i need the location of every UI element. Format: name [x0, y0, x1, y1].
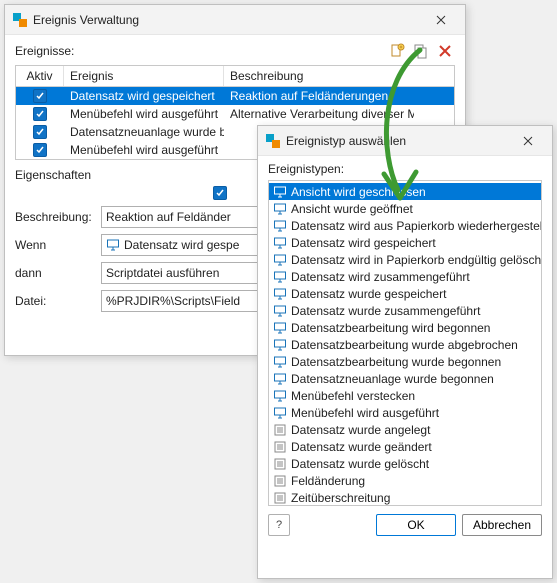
cell-ereignis: Menübefehl wird ausgeführt — [64, 142, 224, 158]
table-header: Aktiv Ereignis Beschreibung — [16, 66, 454, 87]
list-item-label: Datensatz wurde geändert — [291, 440, 432, 454]
cell-ereignis: Menübefehl wird ausgeführt — [64, 106, 224, 122]
main-titlebar: Ereignis Verwaltung — [5, 5, 465, 35]
list-item-label: Datensatz wird zusammengeführt — [291, 270, 470, 284]
list-item-label: Ansicht wurde geöffnet — [291, 202, 413, 216]
table-row[interactable]: Menübefehl wird ausgeführtAlternative Ve… — [16, 105, 454, 123]
dann-label: dann — [15, 266, 101, 280]
list-item-label: Datensatz wurde angelegt — [291, 423, 430, 437]
row-checkbox[interactable] — [33, 125, 47, 139]
list-item[interactable]: Datensatzbearbeitung wurde begonnen — [269, 353, 541, 370]
list-item-label: Datensatzbearbeitung wurde begonnen — [291, 355, 501, 369]
list-item-label: Datensatz wird aus Papierkorb wiederherg… — [291, 219, 542, 233]
dialog-title: Ereignistyp auswählen — [286, 134, 506, 148]
copy-event-button[interactable] — [411, 41, 431, 61]
list-item-label: Datensatzbearbeitung wird begonnen — [291, 321, 490, 335]
cell-ereignis: Datensatzneuanlage wurde b — [64, 124, 224, 140]
app-icon — [13, 13, 27, 27]
list-item[interactable]: Feldänderung — [269, 472, 541, 489]
list-item[interactable]: Menübefehl wird ausgeführt — [269, 404, 541, 421]
list-item[interactable]: Datensatz wurde geändert — [269, 438, 541, 455]
datei-value: %PRJDIR%\Scripts\Field — [106, 294, 240, 308]
help-button[interactable]: ? — [268, 514, 290, 536]
row-checkbox[interactable] — [33, 89, 47, 103]
list-item[interactable]: Datensatz wurde zusammengeführt — [269, 302, 541, 319]
close-button[interactable] — [419, 6, 463, 34]
ereignisse-label: Ereignisse: — [15, 44, 74, 58]
delete-event-button[interactable] — [435, 41, 455, 61]
list-item[interactable]: Datensatz wurde gelöscht — [269, 455, 541, 472]
list-item[interactable]: Ansicht wird geschlossen — [269, 183, 541, 200]
col-header-aktiv[interactable]: Aktiv — [16, 66, 64, 86]
col-header-ereignis[interactable]: Ereignis — [64, 66, 224, 86]
list-item[interactable]: Menübefehl verstecken — [269, 387, 541, 404]
list-item[interactable]: Datensatz wurde gespeichert — [269, 285, 541, 302]
list-item[interactable]: Zeitüberschreitung — [269, 489, 541, 506]
list-item-label: Feldänderung — [291, 474, 365, 488]
new-document-icon — [389, 43, 405, 59]
list-item-label: Datensatz wird in Papierkorb endgültig g… — [291, 253, 542, 267]
datei-label: Datei: — [15, 294, 101, 308]
list-item[interactable]: Datensatzbearbeitung wird begonnen — [269, 319, 541, 336]
list-item[interactable]: Datensatz wird zusammengeführt — [269, 268, 541, 285]
list-item[interactable]: Datensatzneuanlage wurde begonnen — [269, 370, 541, 387]
list-item[interactable]: Datensatz wird gespeichert — [269, 234, 541, 251]
beschreibung-label: Beschreibung: — [15, 210, 101, 224]
list-item[interactable]: Ansicht wurde geöffnet — [269, 200, 541, 217]
list-item-label: Datensatzbearbeitung wurde abgebrochen — [291, 338, 518, 352]
close-icon — [523, 136, 533, 146]
beschreibung-value: Reaktion auf Feldänder — [106, 210, 231, 224]
cell-aktiv[interactable] — [16, 88, 64, 104]
list-item-label: Zeitüberschreitung — [291, 491, 390, 505]
cell-beschreibung: Alternative Verarbeitung diverser M — [224, 106, 414, 122]
table-row[interactable]: Datensatz wird gespeichertReaktion auf F… — [16, 87, 454, 105]
cell-aktiv[interactable] — [16, 142, 64, 158]
cell-ereignis: Datensatz wird gespeichert — [64, 88, 224, 104]
main-window-title: Ereignis Verwaltung — [33, 13, 419, 27]
cell-aktiv[interactable] — [16, 106, 64, 122]
list-item-label: Menübefehl wird ausgeführt — [291, 406, 439, 420]
close-icon — [436, 15, 446, 25]
list-item[interactable]: Datensatz wurde angelegt — [269, 421, 541, 438]
list-item-label: Datensatz wurde gespeichert — [291, 287, 446, 301]
row-checkbox[interactable] — [33, 107, 47, 121]
ereignistypen-label: Ereignistypen: — [268, 162, 542, 176]
ok-button[interactable]: OK — [376, 514, 456, 536]
dialog-close-button[interactable] — [506, 127, 550, 155]
cell-beschreibung: Reaktion auf Feldänderungen — [224, 88, 414, 104]
new-event-button[interactable] — [387, 41, 407, 61]
copy-icon — [413, 43, 429, 59]
row-checkbox[interactable] — [33, 143, 47, 157]
list-item-label: Ansicht wird geschlossen — [291, 185, 426, 199]
delete-x-icon — [437, 43, 453, 59]
dialog-titlebar: Ereignistyp auswählen — [258, 126, 552, 156]
cell-aktiv[interactable] — [16, 124, 64, 140]
list-item-label: Menübefehl verstecken — [291, 389, 415, 403]
list-item[interactable]: Datensatz wird aus Papierkorb wiederherg… — [269, 217, 541, 234]
list-item-label: Datensatz wurde zusammengeführt — [291, 304, 480, 318]
list-item-label: Datensatz wird gespeichert — [291, 236, 436, 250]
monitor-icon — [106, 238, 120, 252]
list-item[interactable]: Datensatzbearbeitung wurde abgebrochen — [269, 336, 541, 353]
wenn-label: Wenn — [15, 238, 101, 252]
event-type-dialog: Ereignistyp auswählen Ereignistypen: Ans… — [257, 125, 553, 579]
app-icon — [266, 134, 280, 148]
dann-value: Scriptdatei ausführen — [106, 266, 219, 280]
list-item[interactable]: Datensatz wird in Papierkorb endgültig g… — [269, 251, 541, 268]
aktiv-checkbox[interactable] — [213, 186, 227, 200]
list-item-label: Datensatz wurde gelöscht — [291, 457, 429, 471]
event-type-list[interactable]: Ansicht wird geschlossen Ansicht wurde ge… — [268, 180, 542, 506]
wenn-value: Datensatz wird gespe — [124, 238, 239, 252]
list-item-label: Datensatzneuanlage wurde begonnen — [291, 372, 494, 386]
col-header-beschreibung[interactable]: Beschreibung — [224, 66, 414, 86]
cancel-button[interactable]: Abbrechen — [462, 514, 542, 536]
